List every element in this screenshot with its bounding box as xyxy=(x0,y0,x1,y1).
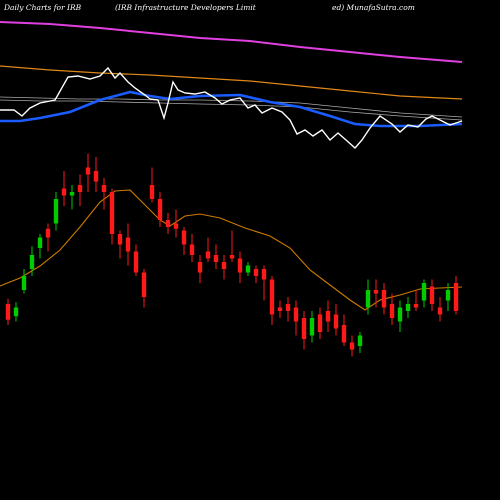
candle-body xyxy=(125,237,131,252)
candle-body xyxy=(373,290,379,294)
candle-body xyxy=(437,307,443,315)
candle-body xyxy=(165,220,171,227)
candle-body xyxy=(181,230,187,245)
candle-body xyxy=(45,228,51,238)
candle-body xyxy=(53,199,59,224)
candle-body xyxy=(173,223,179,229)
candle-body xyxy=(133,251,139,273)
candle-body xyxy=(277,307,283,311)
candle-body xyxy=(197,262,203,273)
candle-body xyxy=(77,185,83,192)
ma-blue-line xyxy=(0,90,463,128)
candle-body xyxy=(205,251,211,259)
candle-body xyxy=(453,283,459,311)
candle-body xyxy=(269,279,275,315)
candles xyxy=(5,153,459,357)
candle-body xyxy=(317,314,323,332)
candle-body xyxy=(341,325,347,343)
candle-body xyxy=(429,286,435,304)
candle-body xyxy=(229,255,235,259)
candle-body xyxy=(309,318,315,336)
candle-body xyxy=(293,307,299,322)
candle-body xyxy=(325,311,331,322)
ma-grey-line-2 xyxy=(0,99,463,121)
candle-body xyxy=(157,199,163,220)
candle-body xyxy=(285,304,291,311)
ma-magenta-line xyxy=(0,21,463,63)
candle-body xyxy=(261,269,267,280)
candle-body xyxy=(37,237,43,248)
ma-short-line xyxy=(0,189,463,311)
candle-body xyxy=(29,255,35,269)
candle-body xyxy=(253,269,259,276)
candle-body xyxy=(149,185,155,199)
candle-body xyxy=(397,307,403,322)
candle-body xyxy=(381,290,387,308)
candle-body xyxy=(237,258,243,273)
candle-body xyxy=(221,262,227,269)
candle-body xyxy=(61,188,67,196)
candle-body xyxy=(421,283,427,301)
candle-body xyxy=(109,192,115,234)
candle-body xyxy=(13,307,19,317)
candle-body xyxy=(445,290,451,301)
candle-body xyxy=(333,314,339,329)
candle-body xyxy=(413,304,419,308)
candle-body xyxy=(365,290,371,308)
candle-body xyxy=(21,276,27,290)
candle-body xyxy=(5,304,11,320)
candle-body xyxy=(85,167,91,175)
candle-body xyxy=(349,342,355,350)
candle-body xyxy=(189,244,195,255)
price-chart xyxy=(0,21,463,357)
candle-body xyxy=(141,272,147,297)
candle-body xyxy=(213,255,219,262)
candle-body xyxy=(301,318,307,339)
candle-body xyxy=(405,304,411,311)
candle-body xyxy=(245,265,251,273)
candle-body xyxy=(93,171,99,182)
candle-body xyxy=(357,335,363,346)
candle-body xyxy=(117,234,123,245)
candle-body xyxy=(389,304,395,318)
candle-body xyxy=(101,185,107,192)
candle-body xyxy=(69,192,75,196)
